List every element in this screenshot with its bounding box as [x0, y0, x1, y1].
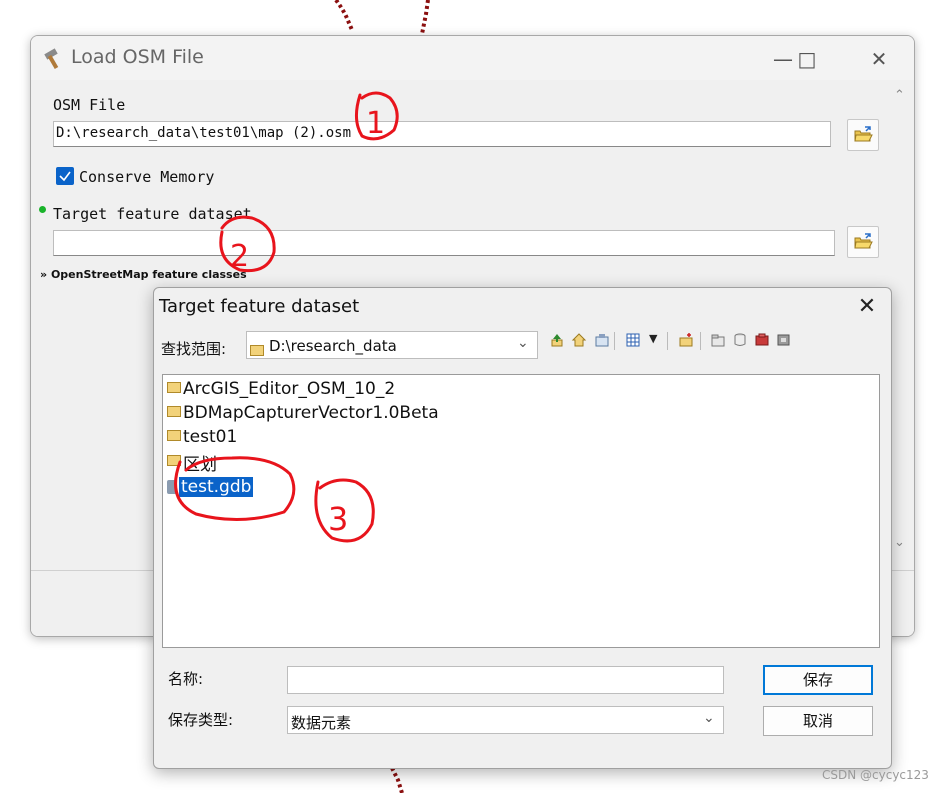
chevron-down-icon: ⌄ — [517, 335, 529, 351]
toolbar-divider — [667, 332, 668, 350]
osm-file-label: OSM File — [53, 96, 126, 114]
osm-file-browse-button[interactable] — [847, 119, 879, 151]
close-icon: ✕ — [870, 47, 888, 71]
connect-folder-icon[interactable] — [594, 332, 610, 348]
list-item[interactable]: test01 — [167, 425, 237, 449]
toolbox-icon[interactable] — [754, 332, 770, 348]
open-folder-icon — [854, 126, 873, 142]
save-button[interactable]: 保存 — [763, 665, 873, 695]
list-item-name: test01 — [183, 427, 238, 447]
look-in-value: D:\research_data — [269, 337, 397, 355]
save-type-value: 数据元素 — [291, 714, 352, 732]
target-dataset-label: Target feature dataset — [53, 205, 252, 223]
new-feature-dataset-icon[interactable] — [710, 332, 726, 348]
required-indicator-icon — [39, 206, 46, 213]
home-icon[interactable] — [571, 332, 587, 348]
list-item-name: ArcGIS_Editor_OSM_10_2 — [183, 379, 396, 399]
name-input[interactable] — [287, 666, 724, 694]
folder-icon — [167, 381, 181, 393]
toolbar-divider — [700, 332, 701, 350]
target-dataset-browse-button[interactable] — [847, 226, 879, 258]
look-in-label: 查找范围: — [161, 340, 227, 358]
view-dropdown-icon[interactable]: ▼ — [649, 332, 657, 345]
chevron-double-down-icon: » — [40, 268, 48, 281]
scroll-up-icon[interactable]: ⌃ — [894, 88, 905, 103]
folder-icon — [167, 405, 181, 417]
watermark: CSDN @cycyc123 — [822, 768, 929, 782]
close-button[interactable]: ✕ — [857, 44, 901, 74]
list-item[interactable]: BDMapCapturerVector1.0Beta — [167, 401, 439, 425]
look-in-combo[interactable]: D:\research_data ⌄ — [246, 331, 538, 359]
up-one-level-icon[interactable] — [549, 332, 565, 348]
maximize-icon: □ — [797, 47, 817, 71]
file-list[interactable]: ArcGIS_Editor_OSM_10_2 BDMapCapturerVect… — [162, 374, 880, 648]
folder-icon — [167, 429, 181, 441]
name-label: 名称: — [168, 670, 204, 688]
maximize-button[interactable]: □ — [785, 44, 829, 74]
chevron-down-icon: ⌄ — [703, 710, 715, 726]
list-item-selected[interactable]: test.gdb — [167, 475, 254, 499]
feature-classes-expander[interactable]: » OpenStreetMap feature classes — [40, 268, 247, 281]
dialog-close-button[interactable]: ✕ — [849, 292, 885, 322]
open-folder-icon — [854, 233, 873, 249]
feature-classes-label: OpenStreetMap feature classes — [50, 268, 247, 281]
list-item-name: test.gdb — [179, 477, 254, 497]
conserve-memory-label: Conserve Memory — [79, 168, 215, 186]
list-item-name: BDMapCapturerVector1.0Beta — [183, 403, 439, 423]
cancel-button[interactable]: 取消 — [763, 706, 873, 736]
list-item[interactable]: 区划 — [167, 450, 217, 475]
list-item[interactable]: ArcGIS_Editor_OSM_10_2 — [167, 377, 395, 401]
save-type-label: 保存类型: — [168, 711, 234, 729]
geodatabase-icon — [167, 480, 177, 494]
new-folder-icon[interactable] — [678, 332, 694, 348]
target-dataset-input[interactable] — [53, 230, 835, 256]
close-icon: ✕ — [857, 294, 877, 319]
osm-file-value: D:\research_data\test01\map (2).osm — [56, 125, 352, 141]
conserve-memory-checkbox[interactable] — [56, 167, 74, 185]
save-type-select[interactable]: 数据元素 ⌄ — [287, 706, 724, 734]
vertical-scrollbar[interactable]: ⌃ ⌄ — [891, 80, 911, 560]
dialog-title: Target feature dataset — [159, 296, 360, 317]
toolbar-divider — [614, 332, 615, 350]
window-title: Load OSM File — [71, 46, 204, 68]
folder-icon — [167, 454, 181, 466]
check-icon — [59, 171, 71, 182]
view-list-icon[interactable] — [625, 332, 641, 348]
connect-database-icon[interactable] — [776, 332, 792, 348]
list-item-name: 区划 — [183, 454, 217, 475]
osm-file-input[interactable]: D:\research_data\test01\map (2).osm — [53, 121, 831, 147]
hammer-icon — [44, 48, 59, 70]
target-feature-dataset-dialog: Target feature dataset ✕ 查找范围: D:\resear… — [153, 287, 892, 769]
title-bar[interactable]: Load OSM File — □ ✕ — [31, 36, 914, 80]
new-database-icon[interactable] — [732, 332, 748, 348]
folder-icon — [250, 345, 264, 356]
scroll-down-icon[interactable]: ⌄ — [894, 535, 905, 550]
